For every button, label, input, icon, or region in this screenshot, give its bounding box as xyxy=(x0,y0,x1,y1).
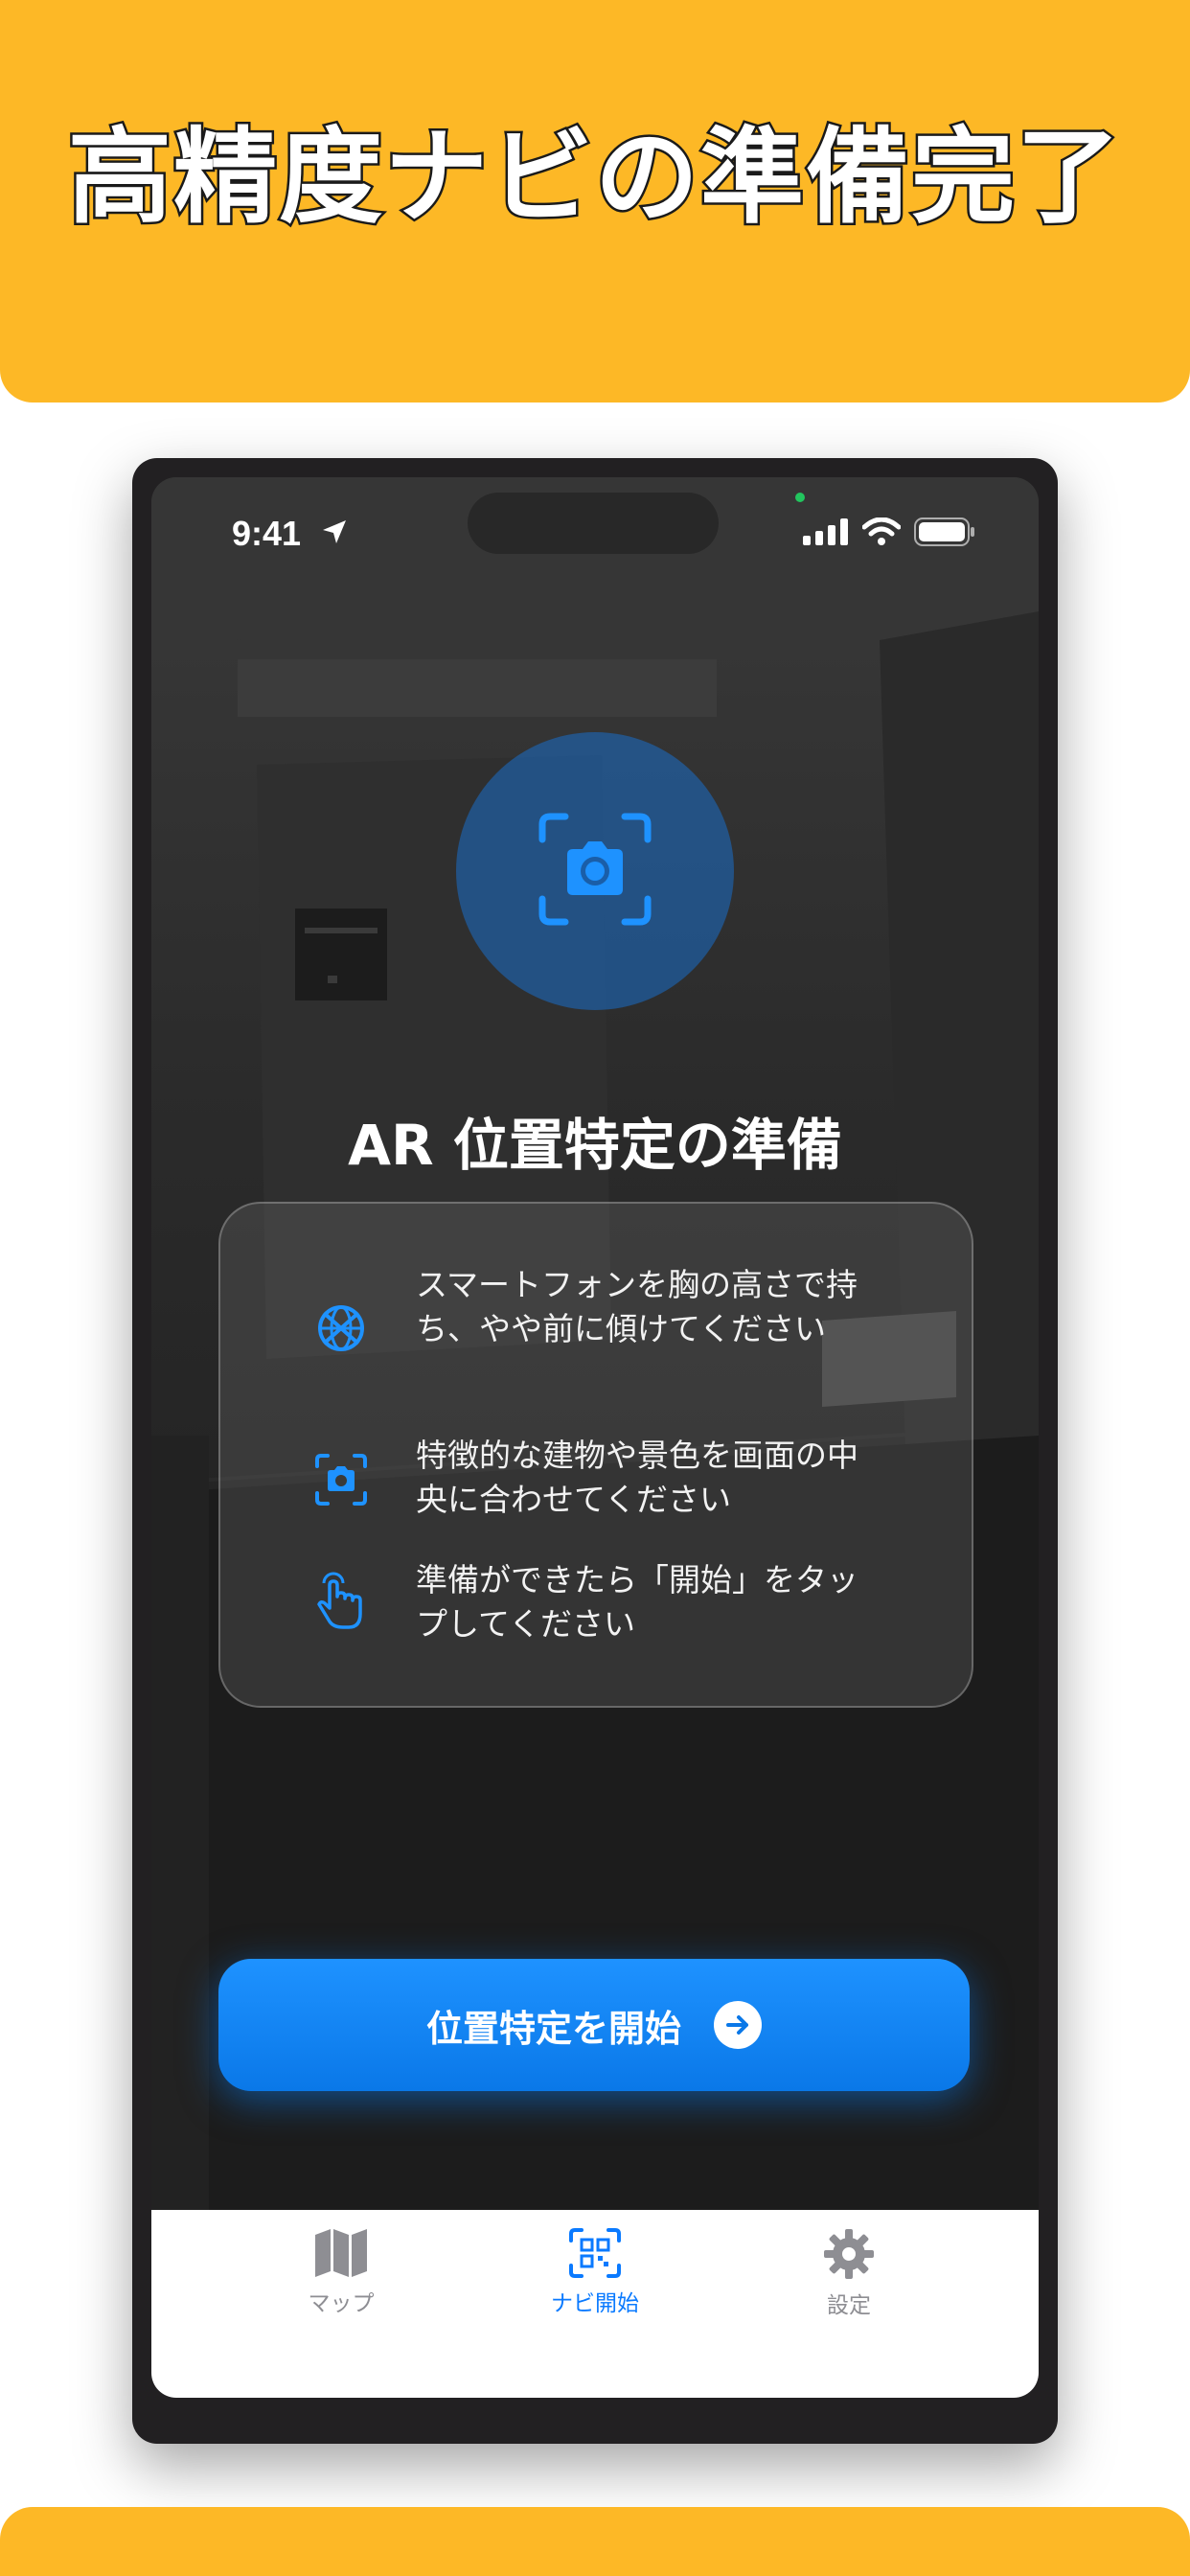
step-text: 準備ができたら「開始」をタップしてください xyxy=(416,1561,858,1643)
phone-screen: 9:41 AR 位置特定の準備 スマートフォンを胸の高さで持ち、やや前に傾けてく… xyxy=(151,477,1039,2398)
step-text: 特徴的な建物や景色を画面の中央に合わせてください xyxy=(416,1437,858,1518)
tab-navigation-start[interactable]: ナビ開始 xyxy=(490,2227,700,2317)
status-time: 9:41 xyxy=(232,514,302,553)
instructions-card: スマートフォンを胸の高さで持ち、やや前に傾けてください 特徴的な建物や景色を画面… xyxy=(218,1202,973,1708)
status-indicators xyxy=(803,518,975,546)
tab-label: 設定 xyxy=(827,2293,871,2318)
tab-label: マップ xyxy=(308,2291,375,2316)
dynamic-island xyxy=(468,493,719,554)
promo-headline: 高精度ナビの準備完了 xyxy=(65,116,1122,241)
arrow-right-icon xyxy=(714,2001,762,2049)
gear-icon xyxy=(824,2229,874,2279)
tab-settings[interactable]: 設定 xyxy=(744,2227,954,2319)
top-banner: 高精度ナビの準備完了 xyxy=(0,0,1190,402)
camera-frame-icon xyxy=(315,1454,367,1506)
screen-title: AR 位置特定の準備 xyxy=(348,1113,842,1178)
wifi-icon xyxy=(862,518,901,545)
bottom-banner xyxy=(0,2507,1190,2576)
battery-icon xyxy=(914,518,974,546)
start-button-label: 位置特定を開始 xyxy=(425,2007,681,2050)
start-localization-button[interactable]: 位置特定を開始 xyxy=(218,1959,970,2091)
qr-scan-icon xyxy=(569,2228,621,2278)
tab-bar: マップ ナビ開始 設定 xyxy=(151,2210,1039,2398)
tab-label: ナビ開始 xyxy=(551,2291,639,2316)
tap-hand-icon xyxy=(317,1572,362,1629)
camera-frame-icon xyxy=(538,813,652,926)
tab-map[interactable]: マップ xyxy=(236,2227,446,2317)
camera-indicator-dot xyxy=(795,493,805,502)
compass-globe-icon xyxy=(318,1305,364,1351)
signal-icon xyxy=(803,518,848,545)
location-arrow-icon xyxy=(323,520,346,543)
step-text: スマートフォンを胸の高さで持ち、やや前に傾けてください xyxy=(416,1266,858,1347)
map-icon xyxy=(315,2229,367,2277)
